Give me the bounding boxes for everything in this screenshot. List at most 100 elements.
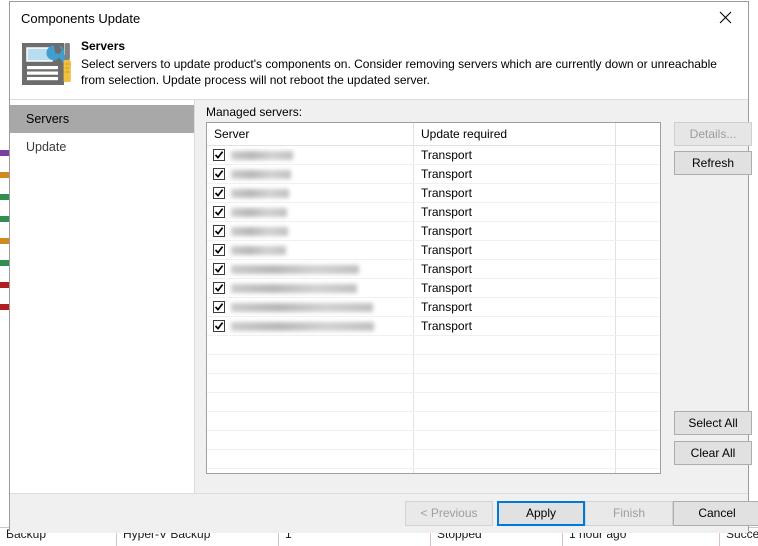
- cell-server: [207, 298, 414, 316]
- cell-empty: [414, 355, 616, 373]
- managed-servers-table: Server Update required Transport Transpor…: [206, 122, 661, 474]
- cell-empty: [207, 374, 414, 392]
- row-checkbox[interactable]: [213, 225, 225, 237]
- server-tools-icon: [20, 39, 76, 91]
- server-name: [231, 226, 288, 236]
- cell-update-required: Transport: [414, 279, 616, 297]
- cell-extra: [616, 203, 660, 221]
- cell-extra: [616, 317, 660, 335]
- row-checkbox[interactable]: [213, 206, 225, 218]
- cell-extra: [616, 279, 660, 297]
- cell-empty: [616, 469, 660, 473]
- previous-button[interactable]: < Previous: [405, 501, 493, 526]
- details-button[interactable]: Details...: [674, 122, 752, 146]
- cell-extra: [616, 184, 660, 202]
- table-row-empty: [207, 412, 660, 431]
- sidebar-item-label: Servers: [26, 112, 70, 126]
- cell-server: [207, 260, 414, 278]
- table-row-empty: [207, 431, 660, 450]
- cell-empty: [414, 374, 616, 392]
- table-row-empty: [207, 355, 660, 374]
- table-row-empty: [207, 469, 660, 473]
- table-row[interactable]: Transport: [207, 222, 660, 241]
- table-row-empty: [207, 374, 660, 393]
- dialog-body: Servers Update Managed servers: Server U…: [10, 100, 752, 493]
- table-row[interactable]: Transport: [207, 279, 660, 298]
- cell-server: [207, 184, 414, 202]
- cell-empty: [207, 412, 414, 430]
- cell-update-required: Transport: [414, 203, 616, 221]
- select-all-button[interactable]: Select All: [674, 411, 752, 435]
- cell-update-required: Transport: [414, 184, 616, 202]
- clear-all-button[interactable]: Clear All: [674, 441, 752, 465]
- table-row[interactable]: Transport: [207, 260, 660, 279]
- row-checkbox[interactable]: [213, 244, 225, 256]
- cell-empty: [616, 374, 660, 392]
- cell-empty: [414, 336, 616, 354]
- content-pane: Managed servers: Server Update required …: [196, 100, 752, 493]
- table-row[interactable]: Transport: [207, 317, 660, 336]
- table-row[interactable]: Transport: [207, 298, 660, 317]
- server-name: [231, 150, 293, 160]
- cell-server: [207, 317, 414, 335]
- cell-server: [207, 165, 414, 183]
- row-checkbox[interactable]: [213, 187, 225, 199]
- table-row[interactable]: Transport: [207, 203, 660, 222]
- table-header-row: Server Update required: [207, 123, 660, 146]
- row-checkbox[interactable]: [213, 263, 225, 275]
- server-name: [231, 188, 289, 198]
- page-title: Servers: [81, 39, 126, 53]
- cell-empty: [207, 336, 414, 354]
- sidebar-item-update[interactable]: Update: [10, 133, 194, 161]
- refresh-button[interactable]: Refresh: [674, 151, 752, 175]
- table-row[interactable]: Transport: [207, 146, 660, 165]
- sidebar-item-label: Update: [26, 140, 67, 154]
- column-header-extra[interactable]: [616, 123, 660, 145]
- server-name: [231, 245, 286, 255]
- row-checkbox[interactable]: [213, 320, 225, 332]
- row-checkbox[interactable]: [213, 282, 225, 294]
- cell-extra: [616, 241, 660, 259]
- server-name: [231, 302, 373, 312]
- cell-extra: [616, 260, 660, 278]
- table-row-empty: [207, 336, 660, 355]
- cell-empty: [207, 393, 414, 411]
- table-row-empty: [207, 450, 660, 469]
- table-row[interactable]: Transport: [207, 184, 660, 203]
- cancel-button[interactable]: Cancel: [673, 501, 758, 526]
- column-header-update-required[interactable]: Update required: [414, 123, 616, 145]
- close-icon[interactable]: [702, 2, 748, 33]
- sidebar: Servers Update: [10, 100, 195, 493]
- table-row[interactable]: Transport: [207, 241, 660, 260]
- row-checkbox[interactable]: [213, 149, 225, 161]
- window-title: Components Update: [21, 11, 141, 26]
- server-name: [231, 169, 291, 179]
- cell-server: [207, 222, 414, 240]
- sidebar-item-servers[interactable]: Servers: [10, 105, 194, 133]
- managed-servers-label: Managed servers:: [206, 105, 303, 119]
- cell-empty: [616, 412, 660, 430]
- cell-extra: [616, 298, 660, 316]
- cell-update-required: Transport: [414, 241, 616, 259]
- dialog-footer: < Previous Apply Finish Cancel: [10, 493, 758, 533]
- apply-button[interactable]: Apply: [497, 501, 585, 526]
- cell-empty: [207, 469, 414, 473]
- cell-server: [207, 146, 414, 164]
- table-row[interactable]: Transport: [207, 165, 660, 184]
- server-name: [231, 321, 374, 331]
- cell-server: [207, 241, 414, 259]
- cell-update-required: Transport: [414, 165, 616, 183]
- row-checkbox[interactable]: [213, 301, 225, 313]
- cell-empty: [414, 393, 616, 411]
- cell-extra: [616, 222, 660, 240]
- cell-empty: [414, 450, 616, 468]
- row-checkbox[interactable]: [213, 168, 225, 180]
- column-header-server[interactable]: Server: [207, 123, 414, 145]
- finish-button[interactable]: Finish: [585, 501, 673, 526]
- title-bar: Components Update: [10, 2, 748, 36]
- cell-empty: [207, 355, 414, 373]
- server-name: [231, 283, 357, 293]
- cell-update-required: Transport: [414, 260, 616, 278]
- header-band: Servers Select servers to update product…: [10, 36, 748, 100]
- cell-empty: [414, 431, 616, 449]
